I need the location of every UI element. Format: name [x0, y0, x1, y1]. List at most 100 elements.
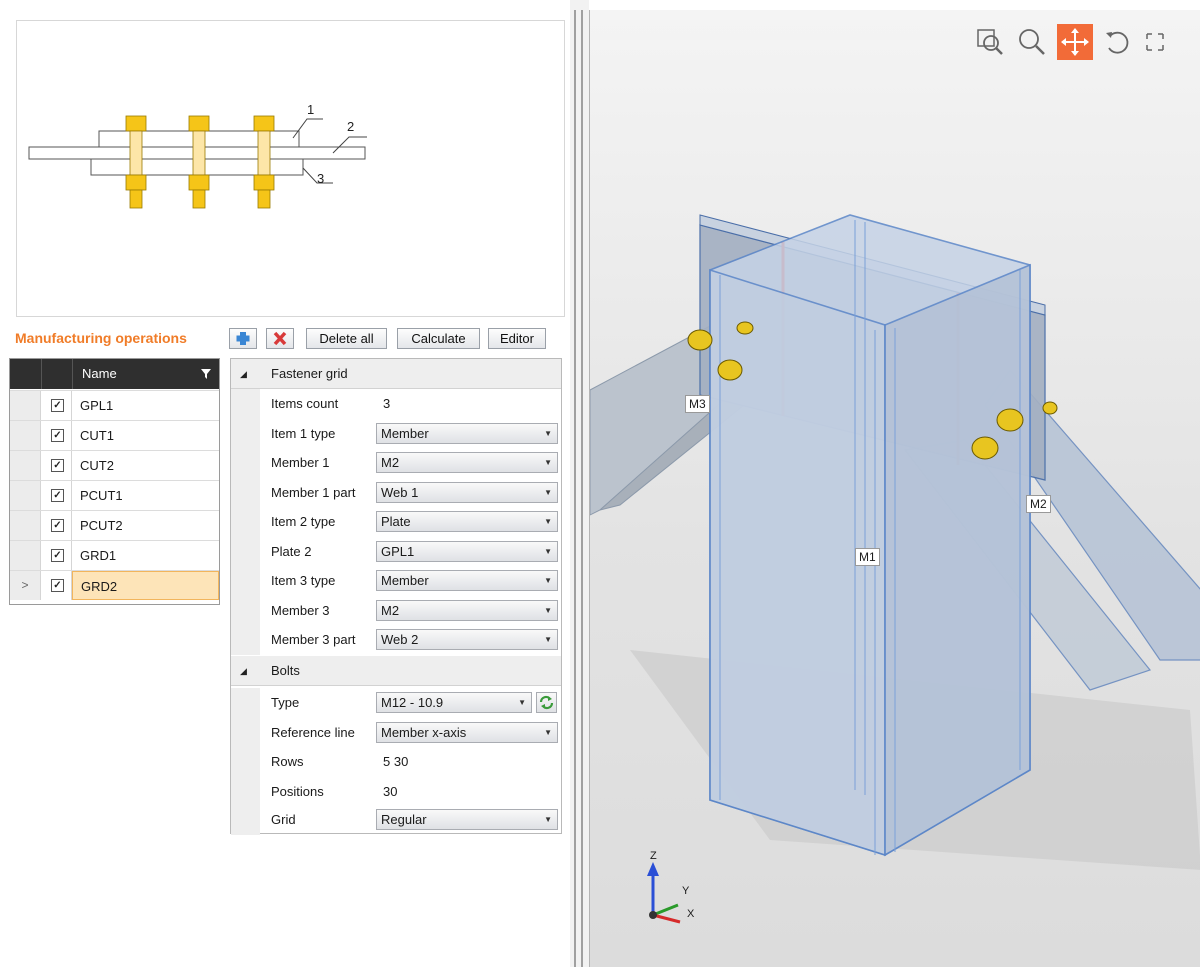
- refresh-icon: [539, 695, 554, 710]
- pan-icon: [1061, 28, 1089, 56]
- plus-icon: [236, 332, 250, 345]
- property-row-item1-type: Item 1 type Member ▼: [231, 418, 561, 448]
- item2-type-dropdown[interactable]: Plate ▼: [376, 511, 558, 532]
- reference-line-dropdown[interactable]: Member x-axis ▼: [376, 722, 558, 743]
- positions-value[interactable]: 30: [383, 777, 397, 806]
- zoom-window-button[interactable]: [972, 24, 1008, 60]
- delete-all-button[interactable]: Delete all: [306, 328, 387, 349]
- collapse-icon[interactable]: ◢: [240, 369, 247, 380]
- member-label-m3[interactable]: M3: [685, 395, 710, 413]
- enabled-checkbox[interactable]: ✓: [51, 549, 64, 562]
- bolts-section[interactable]: ◢ Bolts: [231, 656, 561, 686]
- property-label: Type: [271, 695, 300, 710]
- property-row-positions: Positions 30: [231, 777, 561, 807]
- dropdown-arrow-icon: ▼: [544, 428, 552, 438]
- left-panel: 1 2 3 Manufacturing operations Delete al…: [0, 0, 570, 967]
- calculate-button[interactable]: Calculate: [397, 328, 480, 349]
- property-label: Grid: [271, 812, 296, 827]
- table-row[interactable]: ✓ CUT2: [10, 450, 219, 480]
- enabled-checkbox[interactable]: ✓: [51, 489, 64, 502]
- property-label: Positions: [271, 784, 324, 799]
- property-label: Item 2 type: [271, 514, 336, 529]
- refresh-bolt-button[interactable]: [536, 692, 557, 713]
- fit-icon: [1146, 33, 1164, 51]
- enabled-checkbox[interactable]: ✓: [51, 579, 64, 592]
- splitter-handle[interactable]: [570, 0, 589, 967]
- table-row[interactable]: ✓ GPL1: [10, 390, 219, 420]
- pan-button[interactable]: [1057, 24, 1093, 60]
- enabled-checkbox[interactable]: ✓: [51, 429, 64, 442]
- collapse-icon[interactable]: ◢: [240, 666, 247, 677]
- table-row[interactable]: ✓ PCUT2: [10, 510, 219, 540]
- zoom-icon: [1019, 29, 1045, 55]
- member-label-m1[interactable]: M1: [855, 548, 880, 566]
- item3-type-dropdown[interactable]: Member ▼: [376, 570, 558, 591]
- member1-part-dropdown[interactable]: Web 1 ▼: [376, 481, 558, 503]
- axis-label-x: X: [687, 908, 695, 920]
- property-row-member3-part: Member 3 part Web 2 ▼: [231, 625, 561, 655]
- dropdown-arrow-icon: ▼: [544, 576, 552, 585]
- property-label: Member 1: [271, 455, 330, 470]
- property-label: Member 3: [271, 602, 330, 618]
- operation-preview: 1 2 3: [16, 20, 565, 317]
- current-row-indicator: >: [10, 571, 41, 600]
- member3-dropdown[interactable]: M2 ▼: [376, 599, 558, 621]
- rows-value[interactable]: 5 30: [383, 747, 408, 776]
- table-row[interactable]: ✓ PCUT1: [10, 480, 219, 510]
- leader-label-2: 2: [347, 119, 354, 134]
- member-label-m2[interactable]: M2: [1026, 495, 1051, 513]
- axis-label-y: Y: [682, 885, 690, 897]
- member-m1: [709, 214, 1031, 857]
- dropdown-arrow-icon: ▼: [544, 728, 552, 737]
- cross-icon: [273, 331, 287, 346]
- operation-name: PCUT1: [80, 488, 123, 503]
- bolt-type-dropdown[interactable]: M12 - 10.9 ▼: [376, 692, 532, 713]
- property-grid: ◢ Fastener grid Items count 3 Item 1 typ…: [230, 358, 562, 835]
- axis-triad: [647, 862, 681, 924]
- dropdown-arrow-icon: ▼: [544, 605, 552, 615]
- leader-label-1: 1: [307, 102, 314, 117]
- enabled-checkbox[interactable]: ✓: [51, 459, 64, 472]
- 3d-viewport[interactable]: M3 M1 M2 Z Y X: [589, 10, 1200, 967]
- member3-part-dropdown[interactable]: Web 2 ▼: [376, 629, 558, 650]
- plate2-dropdown[interactable]: GPL1 ▼: [376, 540, 558, 562]
- fit-to-view-button[interactable]: [1143, 24, 1173, 60]
- editor-button[interactable]: Editor: [488, 328, 546, 349]
- delete-operation-button[interactable]: [266, 328, 294, 349]
- property-row-plate2: Plate 2 GPL1 ▼: [231, 536, 561, 566]
- enabled-checkbox[interactable]: ✓: [51, 399, 64, 412]
- operation-name: GRD1: [80, 548, 117, 563]
- zoom-button[interactable]: [1014, 24, 1050, 60]
- name-column-header[interactable]: Name: [82, 359, 117, 389]
- fastener-grid-section[interactable]: ◢ Fastener grid: [231, 359, 561, 389]
- property-row-grid: Grid Regular ▼: [231, 805, 561, 835]
- member1-dropdown[interactable]: M2 ▼: [376, 452, 558, 473]
- items-count-value[interactable]: 3: [383, 389, 390, 418]
- property-row-member3: Member 3 M2 ▼: [231, 595, 561, 625]
- property-label: Plate 2: [271, 543, 312, 559]
- operations-table: Name ✓ GPL1 ✓ CUT1 ✓ CUT2 ✓ PCUT1 ✓ PCUT…: [9, 358, 220, 605]
- item1-type-dropdown[interactable]: Member ▼: [376, 422, 558, 444]
- dropdown-arrow-icon: ▼: [544, 458, 552, 467]
- rotate-button[interactable]: [1100, 24, 1136, 60]
- table-row-selected[interactable]: > ✓ GRD2: [10, 570, 219, 600]
- grid-dropdown[interactable]: Regular ▼: [376, 809, 558, 830]
- filter-icon[interactable]: [200, 368, 212, 380]
- table-row[interactable]: ✓ CUT1: [10, 420, 219, 450]
- property-row-bolt-type: Type M12 - 10.9 ▼: [231, 688, 561, 718]
- 3d-model: [590, 214, 1200, 924]
- section-title: Bolts: [271, 663, 300, 678]
- enabled-checkbox[interactable]: ✓: [51, 519, 64, 532]
- table-row[interactable]: ✓ GRD1: [10, 540, 219, 570]
- property-label: Reference line: [271, 725, 355, 740]
- property-label: Item 1 type: [271, 425, 336, 441]
- property-row-items-count: Items count 3: [231, 389, 561, 419]
- row-header: [10, 511, 41, 540]
- axis-label-z: Z: [650, 850, 657, 862]
- bolted-joint-drawing: 1 2 3: [28, 102, 367, 209]
- add-operation-button[interactable]: [229, 328, 257, 349]
- dropdown-arrow-icon: ▼: [544, 815, 552, 824]
- row-header: [10, 481, 41, 510]
- operation-name: GPL1: [80, 398, 114, 413]
- property-row-item3-type: Item 3 type Member ▼: [231, 566, 561, 596]
